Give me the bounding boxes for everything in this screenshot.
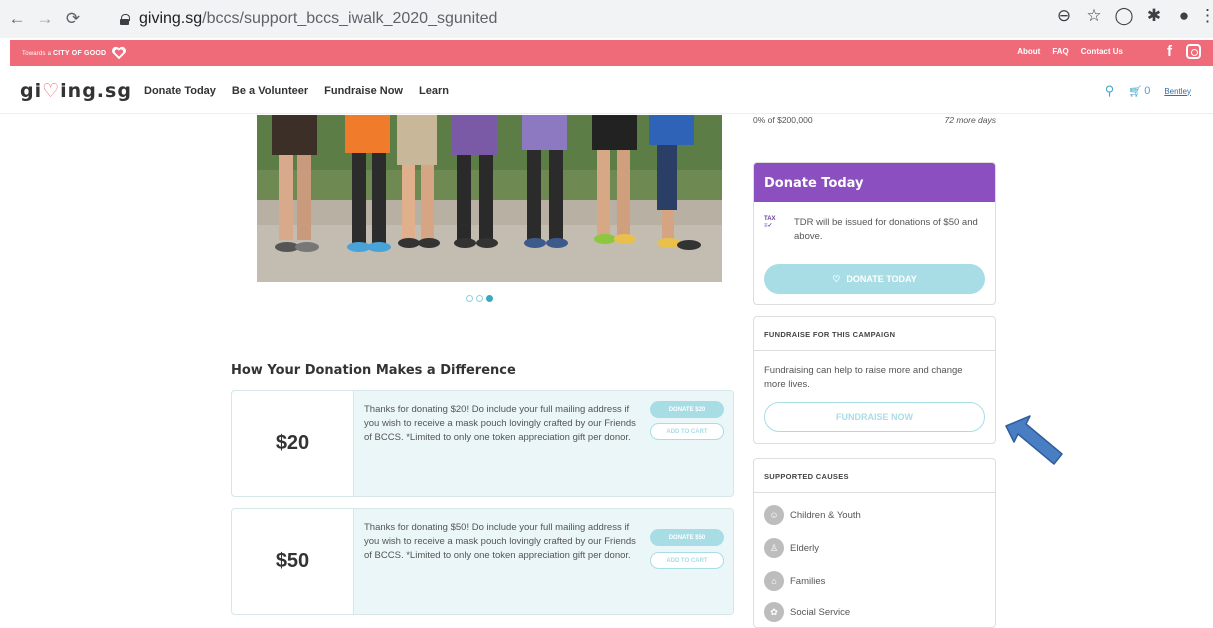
annotation-arrow-icon bbox=[1005, 415, 1063, 465]
city-of-good-badge[interactable]: Towards a CITY OF GOOD bbox=[22, 50, 106, 57]
donate-20-button[interactable]: DONATE $20 bbox=[650, 401, 724, 418]
nav-donate-today[interactable]: Donate Today bbox=[144, 85, 216, 97]
donation-amount: $20 bbox=[275, 432, 310, 454]
contact-us-link[interactable]: Contact Us bbox=[1081, 47, 1123, 56]
bookmark-star-icon[interactable]: ☆ bbox=[1079, 6, 1109, 26]
elderly-icon: ♙ bbox=[764, 538, 784, 558]
tdr-note: TDR will be issued for donations of $50 … bbox=[794, 217, 978, 242]
lock-icon bbox=[120, 13, 130, 25]
nav-be-a-volunteer[interactable]: Be a Volunteer bbox=[232, 85, 308, 97]
reload-icon[interactable]: ⟳ bbox=[62, 8, 84, 30]
campaign-progress: 0% of $200,000 72 more days bbox=[753, 115, 996, 125]
carousel-dot-3-active[interactable] bbox=[486, 295, 493, 302]
cause-label: Families bbox=[790, 575, 826, 587]
supported-causes-panel: SUPPORTED CAUSES ☺ Children & Youth ♙ El… bbox=[753, 458, 996, 628]
facebook-icon[interactable]: f bbox=[1167, 43, 1172, 60]
heart-icon bbox=[112, 46, 127, 60]
top-bar: Towards a CITY OF GOOD About FAQ Contact… bbox=[10, 40, 1213, 66]
instagram-icon[interactable] bbox=[1186, 44, 1201, 59]
tax-icon: TAX ≡✓ bbox=[764, 216, 776, 229]
cart-icon: 🛒︎ bbox=[1128, 85, 1143, 98]
campaign-photo bbox=[257, 115, 722, 282]
donate-panel: Donate Today TAX ≡✓ TDR will be issued fo… bbox=[753, 162, 996, 305]
cause-label: Social Service bbox=[790, 606, 851, 618]
donation-card-50: $50 Thanks for donating $50! Do include … bbox=[231, 508, 734, 615]
social-service-icon: ✿ bbox=[764, 602, 784, 622]
giving-sg-logo[interactable]: gi♡ing.sg bbox=[20, 80, 132, 102]
profile-icon[interactable]: ● bbox=[1169, 6, 1199, 26]
families-house-icon: ⌂ bbox=[764, 571, 784, 591]
main-nav: gi♡ing.sg Donate Today Be a Volunteer Fu… bbox=[0, 68, 1213, 114]
logo-text-end: ing.sg bbox=[60, 80, 132, 102]
donation-amount: $50 bbox=[275, 550, 310, 572]
puzzle-extensions-icon[interactable]: ✱ bbox=[1139, 6, 1169, 26]
tax-icon-text: TAX bbox=[764, 216, 776, 222]
add-to-cart-50-button[interactable]: ADD TO CART bbox=[650, 552, 724, 569]
zoom-icon[interactable]: ⊖ bbox=[1049, 6, 1079, 26]
campaign-carousel[interactable] bbox=[232, 115, 732, 287]
amount-raised: 0% of $200,000 bbox=[753, 115, 813, 125]
donate-panel-title: Donate Today bbox=[754, 163, 995, 202]
donate-today-button[interactable]: ♡ DONATE TODAY bbox=[764, 264, 985, 294]
towards-text: Towards a bbox=[22, 50, 52, 57]
nav-learn[interactable]: Learn bbox=[419, 85, 449, 97]
fundraise-panel-title: FUNDRAISE FOR THIS CAMPAIGN bbox=[754, 317, 995, 351]
donation-section-title: How Your Donation Makes a Difference bbox=[231, 363, 516, 378]
carousel-dots bbox=[466, 295, 493, 302]
cause-families[interactable]: ⌂ Families bbox=[764, 571, 825, 591]
extension-icon[interactable]: ◯ bbox=[1109, 6, 1139, 26]
back-icon[interactable]: ← bbox=[6, 8, 28, 30]
url-host: giving.sg bbox=[139, 10, 203, 27]
browser-toolbar: ← → ⟳ giving.sg/bccs/support_bccs_iwalk_… bbox=[0, 0, 1213, 38]
cause-elderly[interactable]: ♙ Elderly bbox=[764, 538, 819, 558]
cart-button[interactable]: 🛒︎ 0 bbox=[1128, 85, 1150, 98]
donate-today-label: DONATE TODAY bbox=[846, 274, 917, 284]
logo-heart-icon: ♡ bbox=[42, 80, 61, 102]
fundraise-now-button[interactable]: FUNDRAISE NOW bbox=[764, 402, 985, 432]
donation-description: Thanks for donating $50! Do include your… bbox=[364, 522, 636, 561]
faq-link[interactable]: FAQ bbox=[1052, 47, 1068, 56]
heart-icon: ♡ bbox=[832, 273, 841, 284]
cart-count: 0 bbox=[1144, 85, 1151, 97]
forward-icon[interactable]: → bbox=[34, 8, 56, 30]
donate-50-button[interactable]: DONATE $50 bbox=[650, 529, 724, 546]
search-icon[interactable]: ⚲ bbox=[1105, 83, 1115, 99]
menu-dots-icon[interactable]: ⋮ bbox=[1199, 6, 1213, 26]
url-path: /bccs/support_bccs_iwalk_2020_sgunited bbox=[202, 10, 498, 27]
cause-children-youth[interactable]: ☺ Children & Youth bbox=[764, 505, 861, 525]
carousel-dot-1[interactable] bbox=[466, 295, 473, 302]
children-youth-icon: ☺ bbox=[764, 505, 784, 525]
supported-causes-title: SUPPORTED CAUSES bbox=[754, 459, 995, 493]
fundraise-panel: FUNDRAISE FOR THIS CAMPAIGN Fundraising … bbox=[753, 316, 996, 444]
user-account-link[interactable]: Bentley bbox=[1164, 87, 1191, 96]
carousel-dot-2[interactable] bbox=[476, 295, 483, 302]
fundraise-description: Fundraising can help to raise more and c… bbox=[764, 365, 963, 390]
logo-text-start: gi bbox=[20, 80, 43, 102]
about-link[interactable]: About bbox=[1017, 47, 1040, 56]
cause-social-service[interactable]: ✿ Social Service bbox=[764, 602, 850, 622]
days-left: 72 more days bbox=[944, 115, 997, 125]
donation-description: Thanks for donating $20! Do include your… bbox=[364, 404, 636, 443]
address-bar[interactable]: giving.sg/bccs/support_bccs_iwalk_2020_s… bbox=[110, 5, 1120, 33]
nav-fundraise-now[interactable]: Fundraise Now bbox=[324, 85, 403, 97]
cause-label: Children & Youth bbox=[790, 509, 861, 521]
city-of-good-text: CITY OF GOOD bbox=[53, 49, 107, 57]
donation-card-20: $20 Thanks for donating $20! Do include … bbox=[231, 390, 734, 497]
cause-label: Elderly bbox=[790, 542, 820, 554]
add-to-cart-20-button[interactable]: ADD TO CART bbox=[650, 423, 724, 440]
